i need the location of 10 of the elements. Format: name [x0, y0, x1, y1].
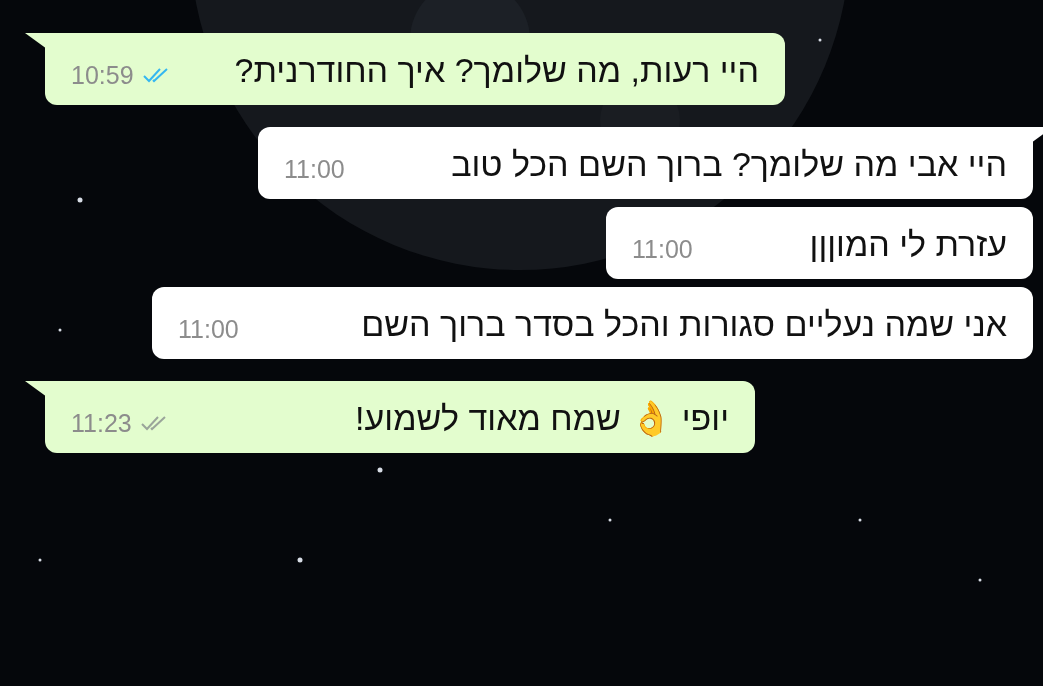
- message-text: אני שמה נעליים סגורות והכל בסדר ברוך השם: [361, 304, 1007, 345]
- message-time: 11:00: [632, 234, 693, 265]
- message-text: היי אבי מה שלומך? ברוך השם הכל טוב: [451, 144, 1007, 185]
- message-time: 10:59: [71, 60, 134, 91]
- message-text: עזרת לי המוןןן: [809, 224, 1007, 265]
- message-text: היי רעות, מה שלומך? איך החודרנית?: [234, 50, 759, 91]
- message-time: 11:00: [284, 154, 345, 185]
- message-text: יופי 👌 שמח מאוד לשמוע!: [355, 398, 729, 439]
- message-time: 11:00: [178, 314, 239, 345]
- message-time: 11:23: [71, 408, 132, 439]
